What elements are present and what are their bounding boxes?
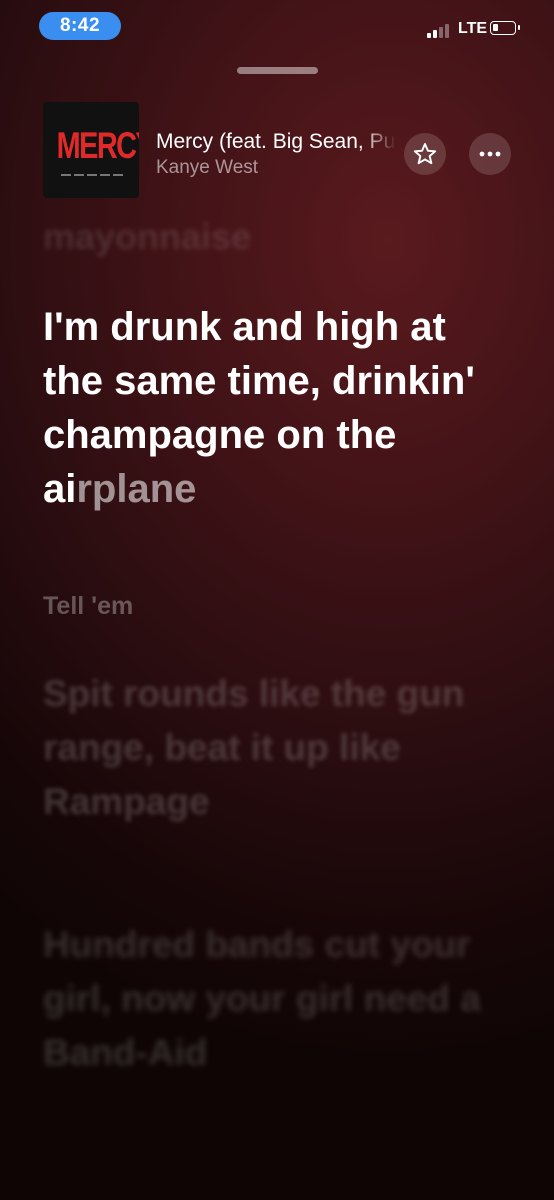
star-icon xyxy=(413,143,437,165)
now-playing-header: MERCY Mercy (feat. Big Sean, Pusha T & 2… xyxy=(0,100,554,200)
favorite-button[interactable] xyxy=(404,133,446,175)
song-artist[interactable]: Kanye West xyxy=(156,157,258,179)
sheet-grabber[interactable] xyxy=(237,67,318,74)
network-type: LTE xyxy=(458,20,488,37)
battery-icon xyxy=(490,21,520,35)
album-artwork[interactable]: MERCY xyxy=(43,102,139,198)
lyric-line-previous[interactable]: mayonnaise xyxy=(43,216,503,258)
album-art-title: MERCY xyxy=(56,125,139,166)
song-title[interactable]: Mercy (feat. Big Sean, Pusha T & 2 Chain… xyxy=(156,130,396,154)
lyric-line-next[interactable]: Tell 'em xyxy=(43,592,503,621)
lyric-current-unsung: rplane xyxy=(76,467,197,511)
lyric-line-upcoming-1[interactable]: Spit rounds like the gun range, beat it … xyxy=(43,667,503,829)
status-time[interactable]: 8:42 xyxy=(39,12,121,40)
more-options-button[interactable] xyxy=(469,133,511,175)
status-bar: 8:42 LTE xyxy=(0,0,554,52)
lyric-line-upcoming-2[interactable]: Hundred bands cut your girl, now your gi… xyxy=(43,918,503,1080)
lyric-line-current[interactable]: I'm drunk and high at the same time, dri… xyxy=(43,300,503,516)
album-art-credits xyxy=(61,173,123,178)
cellular-signal-icon xyxy=(427,24,453,38)
ellipsis-icon xyxy=(479,151,501,157)
